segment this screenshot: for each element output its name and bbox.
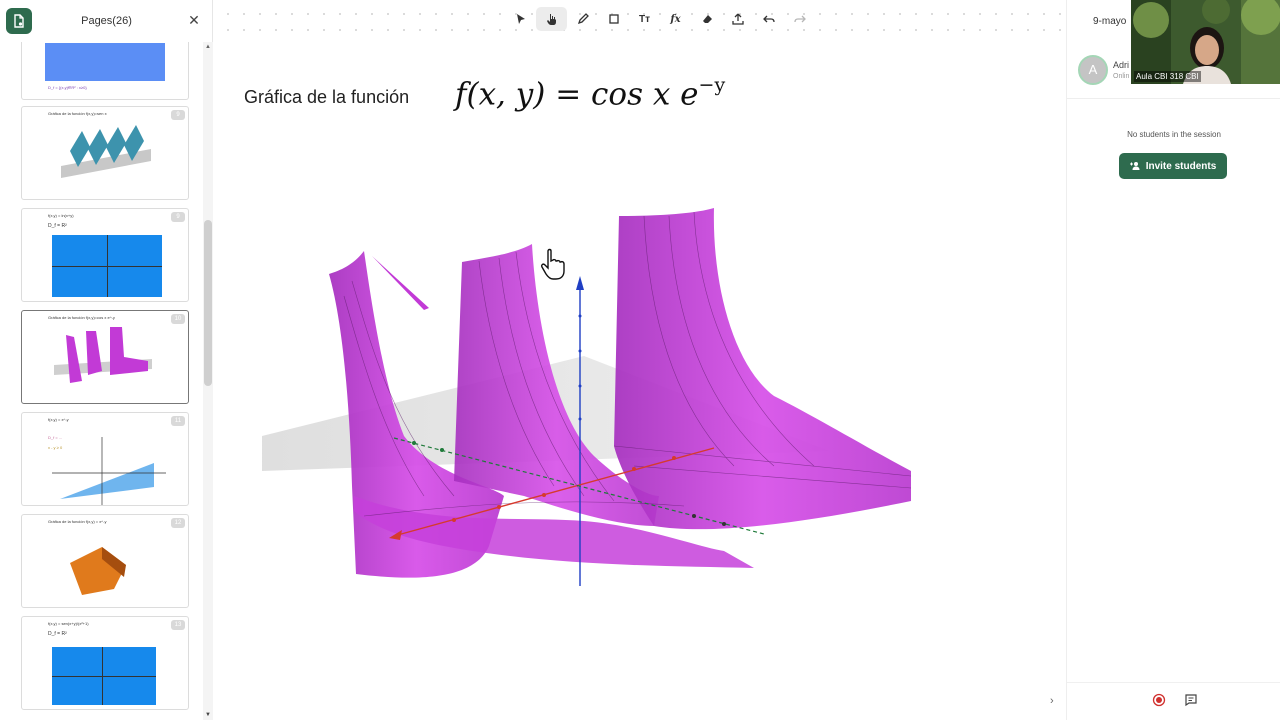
no-students-message: No students in the session	[1127, 130, 1221, 139]
select-arrow-icon	[516, 14, 525, 24]
page-thumbnails-list: D_f = {(x,y)∈R² : x≥0} 9 Gráfica de la f…	[0, 42, 203, 720]
formula-text: f(x, y) = cos x e−y	[455, 74, 726, 113]
svg-text:x - y ≥ 0: x - y ≥ 0	[48, 445, 63, 450]
scrollbar-thumb[interactable]	[204, 220, 212, 386]
eraser-icon	[702, 15, 712, 23]
thumbnail-caption: f(x,y) = sen(x+y)/(x²+1)	[48, 621, 89, 626]
page-number-badge: 12	[171, 518, 185, 528]
pages-count-title: Pages(26)	[81, 15, 132, 27]
hand-cursor-icon	[541, 248, 565, 280]
thumbnail-caption: D_f = {(x,y)∈R² : x≥0}	[48, 85, 87, 90]
invite-students-button[interactable]: Invite students	[1119, 153, 1227, 179]
surface-3d-graph	[262, 208, 912, 586]
page-thumbnail-selected[interactable]: 10 Gráfica de la función f(x,y)=cos x e^…	[21, 310, 189, 404]
page-thumbnail[interactable]: 9 f(x,y) = ln(x+y) D_f = R²	[21, 208, 189, 302]
svg-text:D_f = ...: D_f = ...	[48, 435, 62, 440]
drawing-toolbar: Tт fx	[505, 7, 815, 31]
page-number-badge: 9	[171, 212, 185, 222]
formula-main: f(x, y) = cos x e	[455, 76, 699, 113]
surface-sheet-right	[614, 208, 911, 530]
invite-students-label: Invite students	[1145, 160, 1217, 172]
chevron-right-icon[interactable]: ›	[1050, 695, 1062, 707]
eraser-tool-button[interactable]	[691, 7, 722, 31]
rectangle-tool-button[interactable]	[598, 7, 629, 31]
page-number-badge: 10	[171, 314, 185, 324]
thumbnail-blue-region	[52, 647, 156, 705]
thumbnail-caption: Gráfica de la función f(x,y)=cos x e^-y	[48, 315, 115, 320]
formula-icon: fx	[670, 13, 681, 25]
rectangle-icon	[608, 14, 619, 24]
whiteboard-canvas[interactable]: Gráfica de la función f(x, y) = cos x e−…	[214, 0, 1066, 720]
thumbnail-subcaption: D_f = R²	[48, 223, 67, 229]
thumbnail-plot-preview	[61, 125, 151, 178]
thumbnail-caption: Gráfica de la función f(x,y)=sen x	[48, 111, 107, 116]
sidebar-header: Pages(26) ✕	[0, 0, 213, 42]
scroll-up-icon[interactable]: ▲	[203, 42, 213, 52]
undo-button[interactable]	[753, 7, 784, 31]
page-thumbnail[interactable]: 11 f(x,y) = x^-y D_f = ... x - y ≥ 0	[21, 412, 189, 506]
thumbnail-plot-preview	[54, 327, 152, 383]
panel-bottom-bar	[1067, 682, 1280, 720]
hand-icon	[546, 13, 556, 25]
thumbnail-subcaption: D_f = R²	[48, 631, 67, 637]
thumbnail-blue-region	[52, 235, 162, 297]
page-thumbnail[interactable]: 12 Gráfica de la función f(x,y) = x^-y	[21, 514, 189, 608]
page-thumbnail[interactable]: 13 f(x,y) = sen(x+y)/(x²+1) D_f = R²	[21, 616, 189, 710]
record-icon	[1152, 693, 1166, 707]
pen-tool-button[interactable]	[567, 7, 598, 31]
session-date: 9-mayo	[1093, 16, 1127, 27]
current-slide: Gráfica de la función f(x, y) = cos x e−…	[214, 36, 1062, 720]
upload-tool-button[interactable]	[722, 7, 753, 31]
thumbnail-caption: Gráfica de la función f(x,y) = x^-y	[48, 519, 107, 524]
thumbnail-plot-preview	[70, 547, 126, 595]
undo-icon	[762, 15, 775, 23]
redo-icon	[793, 15, 806, 23]
slide-title-text: Gráfica de la función	[244, 87, 410, 107]
formula-exponent: −y	[698, 74, 726, 96]
participants-panel: 9-mayo Aula CBI 318 CBI A Adri Onlin No …	[1066, 0, 1280, 720]
whiteboard-app: Pages(26) ✕ D_f = {(x,y)∈R² : x≥0} 9 Grá…	[0, 0, 1280, 720]
surface-fragment	[372, 256, 429, 310]
add-user-icon	[1129, 162, 1140, 170]
avatar: A	[1078, 55, 1108, 85]
formula-tool-button[interactable]: fx	[660, 7, 691, 31]
hand-tool-button[interactable]	[536, 7, 567, 31]
pages-sidebar: Pages(26) ✕ D_f = {(x,y)∈R² : x≥0} 9 Grá…	[0, 0, 213, 720]
text-tool-button[interactable]: Tт	[629, 7, 660, 31]
participant-status: Onlin	[1113, 73, 1130, 80]
thumbnail-plot-preview: D_f = ... x - y ≥ 0	[48, 435, 166, 505]
teacher-video-feed[interactable]: Aula CBI 318 CBI	[1131, 0, 1280, 84]
redo-button[interactable]	[784, 7, 815, 31]
page-number-badge: 9	[171, 110, 185, 120]
page-thumbnail[interactable]: D_f = {(x,y)∈R² : x≥0}	[21, 42, 189, 100]
page-number-badge: 11	[171, 416, 185, 426]
thumbnail-blue-region	[45, 43, 165, 81]
sidebar-scrollbar[interactable]: ▲ ▼	[203, 42, 213, 720]
select-tool-button[interactable]	[505, 7, 536, 31]
chat-button[interactable]	[1181, 690, 1201, 710]
z-axis-arrow-icon	[576, 276, 584, 290]
page-thumbnail[interactable]: 9 Gráfica de la función f(x,y)=sen x	[21, 106, 189, 200]
page-number-badge: 13	[171, 620, 185, 630]
chat-icon	[1185, 694, 1197, 707]
thumbnail-caption: f(x,y) = ln(x+y)	[48, 213, 74, 218]
upload-icon	[731, 13, 744, 25]
close-icon[interactable]: ✕	[186, 12, 202, 28]
participant-name: Adri	[1113, 60, 1130, 70]
text-icon: Tт	[638, 13, 650, 25]
thumbnail-caption: f(x,y) = x^-y	[48, 417, 69, 422]
panel-divider	[1067, 98, 1280, 99]
scroll-down-icon[interactable]: ▼	[203, 710, 213, 720]
pen-icon	[577, 13, 589, 25]
video-name-label: Aula CBI 318 CBI	[1134, 71, 1201, 82]
record-button[interactable]	[1149, 690, 1169, 710]
